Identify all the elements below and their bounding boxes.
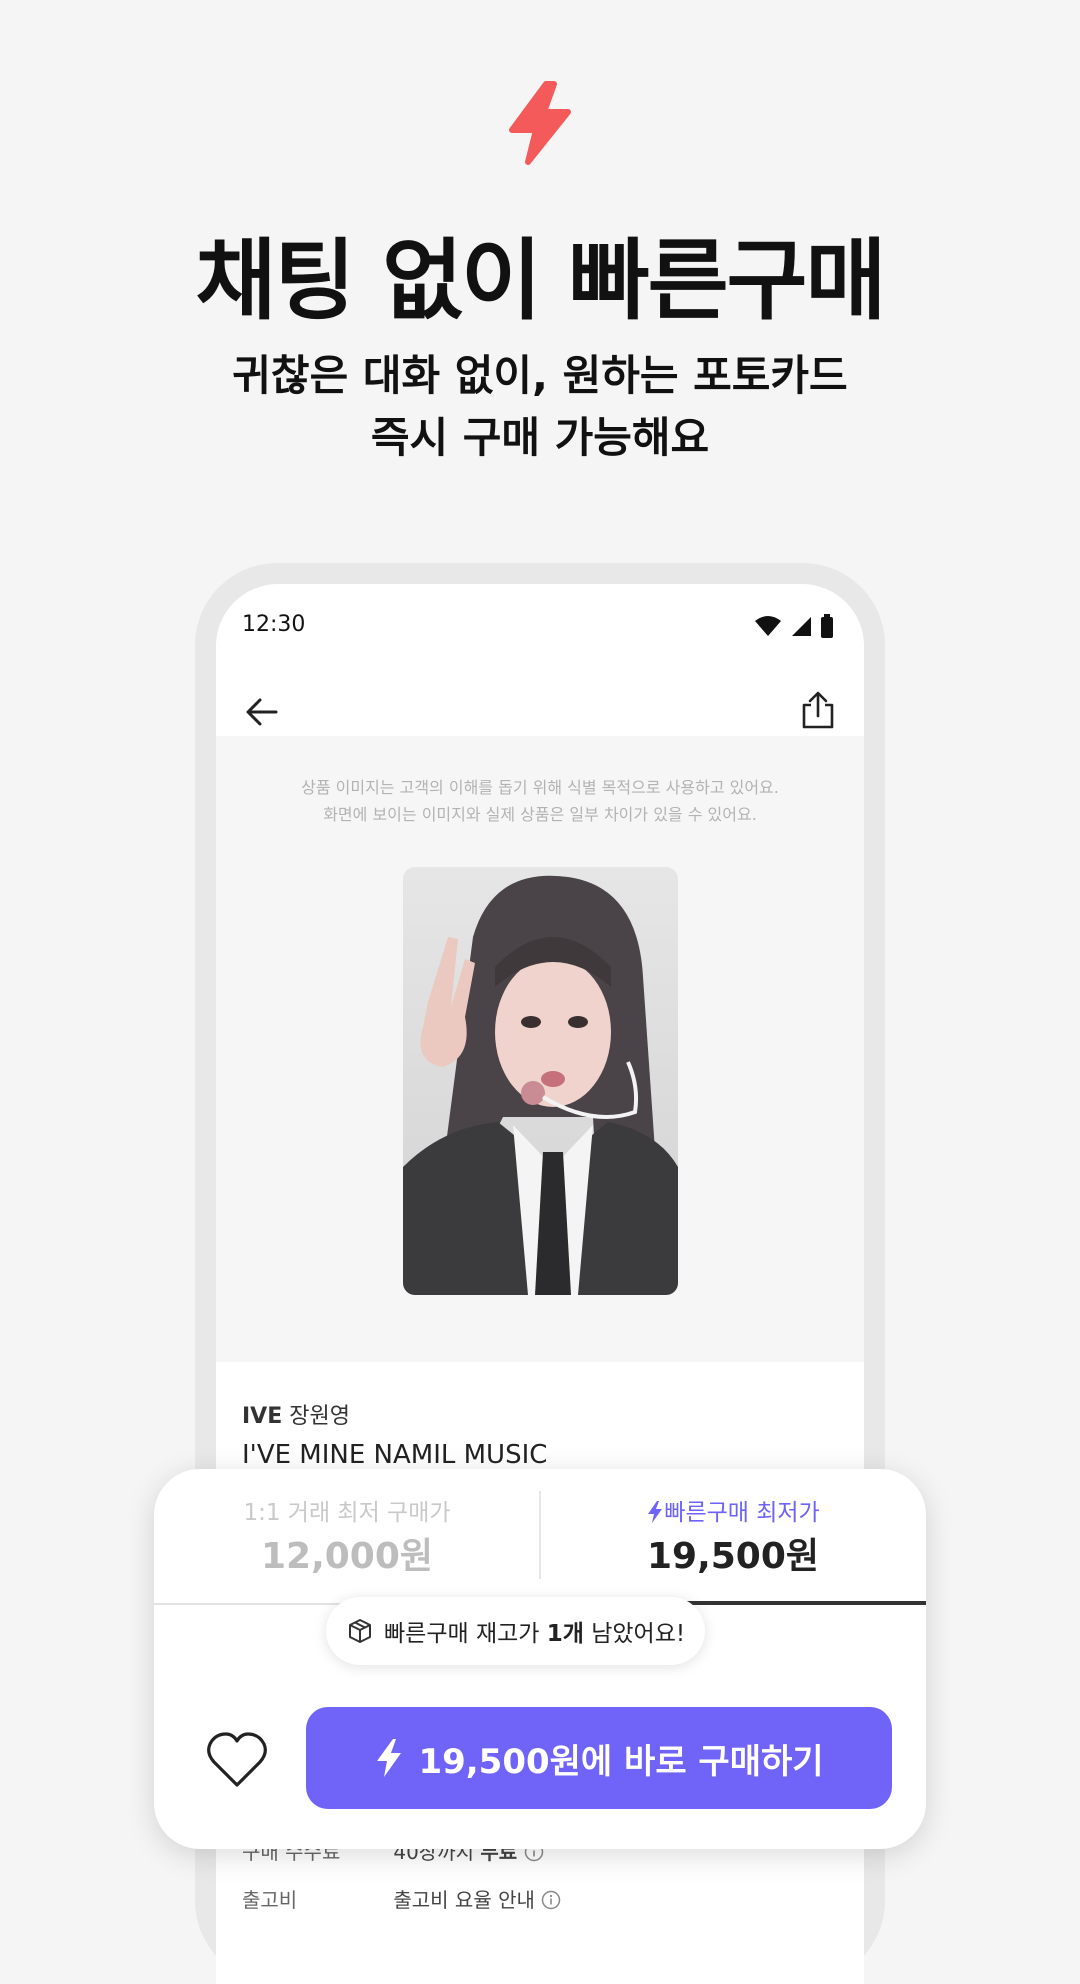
wifi-icon xyxy=(755,616,781,636)
info-icon[interactable] xyxy=(541,1890,561,1910)
product-info: IVE 장원영 I'VE MINE NAMIL MUSIC xyxy=(242,1398,547,1470)
status-icons xyxy=(754,614,834,638)
detail-row-shipping: 출고비 출고비 요율 안내 xyxy=(242,1884,561,1913)
disclaimer-line-2: 화면에 보이는 이미지와 실제 상품은 일부 차이가 있을 수 있어요. xyxy=(323,805,757,824)
heart-icon[interactable] xyxy=(206,1731,268,1789)
status-time: 12:30 xyxy=(242,612,306,637)
tab-quick-buy[interactable]: 빠른구매 최저가 19,500원 xyxy=(540,1469,926,1604)
photocard-image[interactable] xyxy=(403,867,678,1295)
box-icon xyxy=(349,1619,371,1643)
battery-icon xyxy=(821,614,833,638)
page-title: 채팅 없이 빠른구매 xyxy=(195,229,887,332)
signal-icon xyxy=(792,617,811,636)
buy-now-label: 19,500원에 바로 구매하기 xyxy=(418,1741,824,1782)
album-title: I'VE MINE NAMIL MUSIC xyxy=(242,1440,548,1470)
stock-prefix: 빠른구매 재고가 xyxy=(384,1621,547,1647)
tab-direct-trade-price: 12,000원 xyxy=(260,1536,434,1577)
stock-suffix: 남았어요! xyxy=(583,1621,686,1647)
status-bar: 12:30 xyxy=(216,584,864,664)
buy-now-button[interactable]: 19,500원에 바로 구매하기 xyxy=(306,1707,892,1809)
product-image-area: 상품 이미지는 고객의 이해를 돕기 위해 식별 목적으로 사용하고 있어요. … xyxy=(216,736,864,1362)
stock-count: 1개 xyxy=(546,1621,584,1647)
tab-quick-buy-price: 19,500원 xyxy=(646,1536,820,1577)
artist-member: 장원영 xyxy=(289,1404,350,1429)
image-disclaimer: 상품 이미지는 고객의 이해를 돕기 위해 식별 목적으로 사용하고 있어요. … xyxy=(216,774,864,828)
tab-quick-buy-label-text: 빠른구매 최저가 xyxy=(664,1500,820,1526)
tab-quick-buy-label: 빠른구매 최저가 xyxy=(540,1493,926,1527)
lightning-icon xyxy=(509,81,571,165)
subtitle-line-1: 귀찮은 대화 없이, 원하는 포토카드 xyxy=(232,351,848,400)
lightning-icon xyxy=(648,1501,663,1523)
page-subtitle: 귀찮은 대화 없이, 원하는 포토카드 즉시 구매 가능해요 xyxy=(0,345,1080,469)
artist-name[interactable]: IVE 장원영 xyxy=(242,1398,547,1430)
share-icon[interactable] xyxy=(798,690,838,730)
arrow-left-icon[interactable] xyxy=(242,692,282,732)
stock-text: 빠른구매 재고가 1개 남았어요! xyxy=(384,1614,685,1648)
lightning-icon xyxy=(377,1739,402,1777)
artist-group: IVE xyxy=(242,1404,283,1429)
tab-direct-trade[interactable]: 1:1 거래 최저 구매가 12,000원 xyxy=(154,1469,540,1604)
detail-value[interactable]: 출고비 요율 안내 xyxy=(393,1888,535,1912)
disclaimer-line-1: 상품 이미지는 고객의 이해를 돕기 위해 식별 목적으로 사용하고 있어요. xyxy=(301,778,779,797)
tab-direct-trade-label: 1:1 거래 최저 구매가 xyxy=(243,1500,451,1526)
detail-key: 출고비 xyxy=(242,1888,298,1912)
purchase-sheet: 1:1 거래 최저 구매가 12,000원 빠른구매 최저가 19,500원 빠… xyxy=(154,1469,926,1849)
subtitle-line-2: 즉시 구매 가능해요 xyxy=(370,413,710,462)
stock-notice: 빠른구매 재고가 1개 남았어요! xyxy=(326,1597,706,1665)
